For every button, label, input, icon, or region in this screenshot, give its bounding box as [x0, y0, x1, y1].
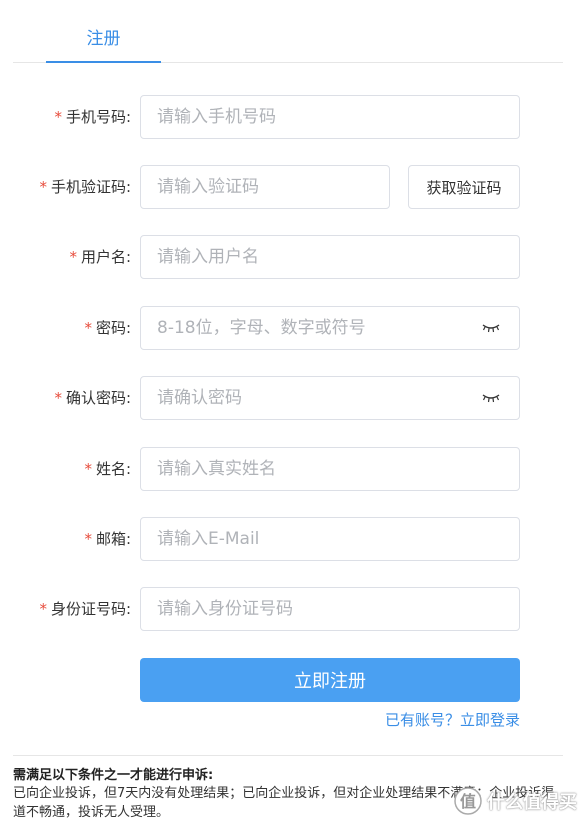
phone-label-text: 手机号码: — [65, 108, 131, 126]
code-label-text: 手机验证码: — [50, 178, 131, 196]
email-label: * 邮箱: — [84, 517, 131, 561]
watermark-text: 什么值得买 — [487, 792, 577, 813]
password-label-text: 密码: — [95, 319, 131, 337]
required-mark: * — [84, 530, 92, 548]
required-mark: * — [54, 108, 62, 126]
phone-input[interactable] — [140, 95, 520, 139]
divider — [13, 755, 563, 756]
confirm-password-row: * 确认密码: — [0, 376, 579, 420]
code-label: * 手机验证码: — [39, 165, 131, 209]
watermark: 值 什么值得买 — [453, 784, 577, 818]
password-row: * 密码: — [0, 306, 579, 350]
confirm-password-input[interactable] — [140, 376, 520, 420]
email-label-text: 邮箱: — [95, 530, 131, 548]
name-label: * 姓名: — [84, 447, 131, 491]
idcard-row: * 身份证号码: — [0, 587, 579, 631]
login-link[interactable]: 已有账号？立即登录 — [385, 709, 520, 730]
verification-code-input[interactable] — [140, 165, 390, 209]
watermark-logo-icon: 值 — [454, 787, 482, 815]
name-label-text: 姓名: — [95, 460, 131, 478]
required-mark: * — [39, 600, 47, 618]
get-code-button[interactable]: 获取验证码 — [408, 165, 520, 209]
username-label-text: 用户名: — [80, 248, 131, 266]
real-name-input[interactable] — [140, 447, 520, 491]
email-input[interactable] — [140, 517, 520, 561]
password-input[interactable] — [140, 306, 520, 350]
code-row: *手机验证码: 获取验证码 — [0, 165, 579, 209]
notice-title: 需满足以下条件之一才能进行申诉: — [13, 768, 214, 783]
eye-closed-icon[interactable] — [481, 391, 501, 405]
eye-closed-icon[interactable] — [481, 321, 501, 335]
register-form: *手机号码: *手机验证码: 获取验证码 *用户名: *密码: *确认密码: — [0, 0, 579, 822]
required-mark: * — [69, 248, 77, 266]
register-button[interactable]: 立即注册 — [140, 658, 520, 702]
name-row: * 姓名: — [0, 447, 579, 491]
email-row: * 邮箱: — [0, 517, 579, 561]
phone-label: * 手机号码: — [54, 95, 131, 139]
required-mark: * — [84, 319, 92, 337]
username-input[interactable] — [140, 235, 520, 279]
required-mark: * — [54, 389, 62, 407]
id-card-input[interactable] — [140, 587, 520, 631]
required-mark: * — [39, 178, 47, 196]
phone-row: * 手机号码: — [0, 95, 579, 139]
svg-text:值: 值 — [460, 792, 476, 811]
username-row: * 用户名: — [0, 235, 579, 279]
confirm-password-label: * 确认密码: — [54, 376, 131, 420]
confirm-label-text: 确认密码: — [65, 389, 131, 407]
username-label: * 用户名: — [69, 235, 131, 279]
required-mark: * — [84, 460, 92, 478]
idcard-label-text: 身份证号码: — [50, 600, 131, 618]
idcard-label: * 身份证号码: — [39, 587, 131, 631]
password-label: * 密码: — [84, 306, 131, 350]
